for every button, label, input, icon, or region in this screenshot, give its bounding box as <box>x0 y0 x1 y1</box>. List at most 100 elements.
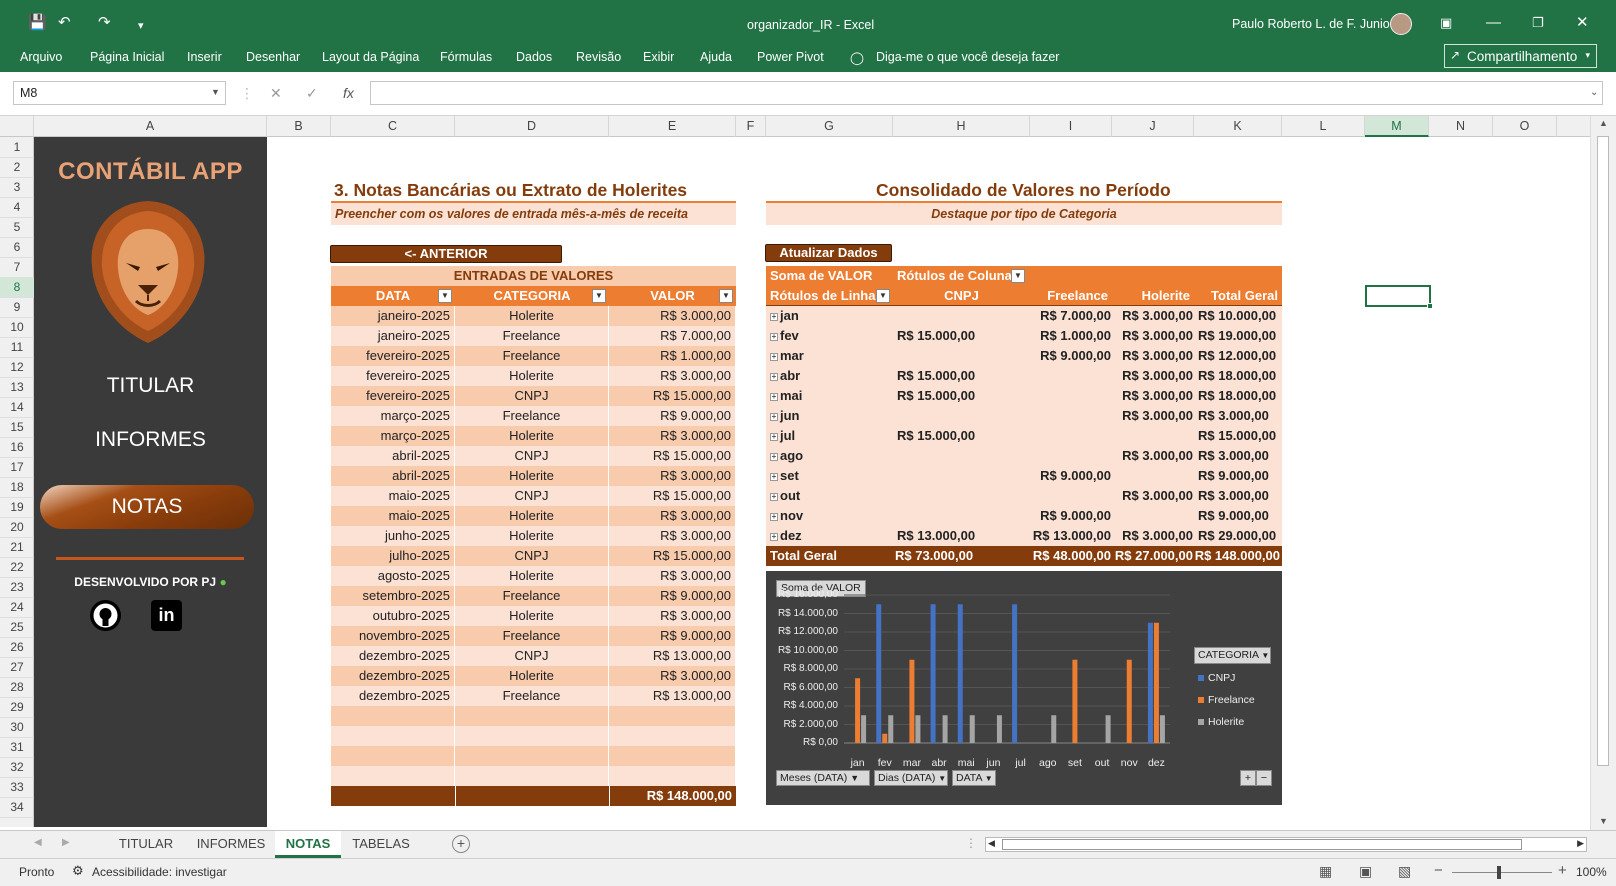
pivot-cnpj-cell[interactable]: R$ 15.000,00 <box>893 426 1030 446</box>
entry-valor-cell[interactable]: R$ 7.000,00 <box>609 326 735 346</box>
pivot-total-cell[interactable]: R$ 9.000,00 <box>1194 466 1282 486</box>
insert-function-icon[interactable]: fx <box>343 85 354 101</box>
entry-data-cell[interactable] <box>331 726 454 746</box>
name-box-dropdown-icon[interactable]: ▼ <box>211 87 220 97</box>
pivot-freelance-cell[interactable] <box>1030 486 1112 506</box>
entry-data-cell[interactable]: março-2025 <box>331 406 454 426</box>
tab-layout[interactable]: Layout da Página <box>322 50 419 64</box>
entry-valor-cell[interactable]: R$ 9.000,00 <box>609 626 735 646</box>
pivot-holerite-cell[interactable]: R$ 3.000,00 <box>1112 326 1194 346</box>
entry-categoria-cell[interactable] <box>455 706 608 726</box>
pivot-total-cell[interactable]: R$ 9.000,00 <box>1194 506 1282 526</box>
col-header[interactable]: C <box>331 116 455 137</box>
entry-data-cell[interactable]: maio-2025 <box>331 506 454 526</box>
header-data[interactable]: DATA ▼ <box>331 286 455 306</box>
sheet-tab-notas[interactable]: NOTAS <box>275 831 341 858</box>
entry-valor-cell[interactable]: R$ 9.000,00 <box>609 406 735 426</box>
entry-data-cell[interactable]: dezembro-2025 <box>331 686 454 706</box>
entry-categoria-cell[interactable]: CNPJ <box>455 546 608 566</box>
back-button[interactable]: <- ANTERIOR <box>330 245 562 263</box>
tab-exibir[interactable]: Exibir <box>643 50 674 64</box>
col-header[interactable]: F <box>736 116 766 137</box>
bar-holerite-abr[interactable] <box>942 715 948 743</box>
entry-data-cell[interactable]: janeiro-2025 <box>331 306 454 326</box>
pivot-freelance-cell[interactable] <box>1030 406 1112 426</box>
filter-data-button[interactable]: DATA ▼ <box>952 770 996 786</box>
pivot-holerite-cell[interactable] <box>1112 466 1194 486</box>
close-icon[interactable]: ✕ <box>1576 14 1589 32</box>
row-header[interactable]: 18 <box>0 477 34 498</box>
pivot-holerite-cell[interactable] <box>1112 506 1194 526</box>
row-header[interactable]: 23 <box>0 577 34 598</box>
pivot-freelance-cell[interactable]: R$ 9.000,00 <box>1030 506 1112 526</box>
pivot-cnpj-cell[interactable] <box>893 446 1030 466</box>
row-header[interactable]: 2 <box>0 157 34 178</box>
formula-input[interactable] <box>370 81 1603 105</box>
entry-data-cell[interactable]: maio-2025 <box>331 486 454 506</box>
row-header[interactable]: 30 <box>0 717 34 738</box>
row-header[interactable]: 12 <box>0 357 34 378</box>
entry-data-cell[interactable] <box>331 706 454 726</box>
row-header[interactable]: 33 <box>0 777 34 798</box>
tab-inserir[interactable]: Inserir <box>187 50 222 64</box>
row-header[interactable]: 24 <box>0 597 34 618</box>
bar-holerite-out[interactable] <box>1105 715 1111 743</box>
entry-categoria-cell[interactable]: Freelance <box>455 326 608 346</box>
entry-data-cell[interactable]: outubro-2025 <box>331 606 454 626</box>
row-header[interactable]: 34 <box>0 797 34 818</box>
pivot-holerite-cell[interactable]: R$ 3.000,00 <box>1112 346 1194 366</box>
entry-data-cell[interactable]: novembro-2025 <box>331 626 454 646</box>
name-box[interactable]: M8 <box>13 81 226 105</box>
bar-cnpj-abr[interactable] <box>930 604 936 743</box>
github-icon[interactable] <box>90 600 121 631</box>
entry-valor-cell[interactable]: R$ 15.000,00 <box>609 446 735 466</box>
tab-arquivo[interactable]: Arquivo <box>20 50 62 64</box>
entry-categoria-cell[interactable] <box>455 766 608 786</box>
pivot-freelance-cell[interactable]: R$ 9.000,00 <box>1030 466 1112 486</box>
pivot-total-holerite[interactable]: R$ 27.000,00 <box>1112 546 1194 566</box>
pivot-row-label[interactable]: Rótulos de Linha ▼ <box>766 286 893 306</box>
pivot-freelance-cell[interactable] <box>1030 366 1112 386</box>
filter-meses-button[interactable]: Meses (DATA) ▼ <box>776 770 870 786</box>
expand-icon[interactable]: + <box>770 393 778 401</box>
bar-freelance-set[interactable] <box>1072 659 1078 743</box>
save-icon[interactable]: 💾 <box>28 14 47 32</box>
row-header[interactable]: 21 <box>0 537 34 558</box>
minimize-icon[interactable]: — <box>1486 14 1501 32</box>
entry-categoria-cell[interactable]: Holerite <box>455 426 608 446</box>
entry-categoria-cell[interactable]: CNPJ <box>455 646 608 666</box>
entry-categoria-cell[interactable]: Freelance <box>455 626 608 646</box>
entry-valor-cell[interactable]: R$ 3.000,00 <box>609 606 735 626</box>
expand-icon[interactable]: + <box>770 313 778 321</box>
expand-icon[interactable]: + <box>770 453 778 461</box>
pivot-freelance-cell[interactable] <box>1030 386 1112 406</box>
pivot-holerite-cell[interactable]: R$ 3.000,00 <box>1112 366 1194 386</box>
row-header[interactable]: 26 <box>0 637 34 658</box>
entry-categoria-cell[interactable]: CNPJ <box>455 486 608 506</box>
entry-valor-cell[interactable]: R$ 13.000,00 <box>609 646 735 666</box>
entry-categoria-cell[interactable]: Holerite <box>455 466 608 486</box>
tab-power-pivot[interactable]: Power Pivot <box>757 50 824 64</box>
add-sheet-icon[interactable]: + <box>452 835 470 853</box>
row-header[interactable]: 14 <box>0 397 34 418</box>
entry-data-cell[interactable]: fevereiro-2025 <box>331 366 454 386</box>
tab-formulas[interactable]: Fórmulas <box>440 50 492 64</box>
entries-total[interactable]: R$ 148.000,00 <box>610 786 736 806</box>
pivot-row-month[interactable]: + set <box>766 466 893 486</box>
pivot-total-cell[interactable]: R$ 18.000,00 <box>1194 366 1282 386</box>
row-header[interactable]: 25 <box>0 617 34 638</box>
row-header[interactable]: 3 <box>0 177 34 198</box>
entry-categoria-cell[interactable]: CNPJ <box>455 446 608 466</box>
pivot-freelance-cell[interactable] <box>1030 446 1112 466</box>
horizontal-scrollbar[interactable]: ◀ ▶ <box>985 837 1587 852</box>
header-categoria[interactable]: CATEGORIA ▼ <box>455 286 609 306</box>
pivot-value-label[interactable]: Soma de VALOR <box>766 266 893 286</box>
tab-pagina-inicial[interactable]: Página Inicial <box>90 50 164 64</box>
pivot-total-cell[interactable]: R$ 12.000,00 <box>1194 346 1282 366</box>
share-button[interactable]: ↗ Compartilhamento ▾ <box>1444 44 1597 68</box>
pivot-total-total[interactable]: R$ 148.000,00 <box>1194 546 1282 566</box>
expand-field-button[interactable]: + <box>1240 770 1256 786</box>
row-header[interactable]: 32 <box>0 757 34 778</box>
tab-revisao[interactable]: Revisão <box>576 50 621 64</box>
bar-cnpj-mai[interactable] <box>957 604 963 743</box>
